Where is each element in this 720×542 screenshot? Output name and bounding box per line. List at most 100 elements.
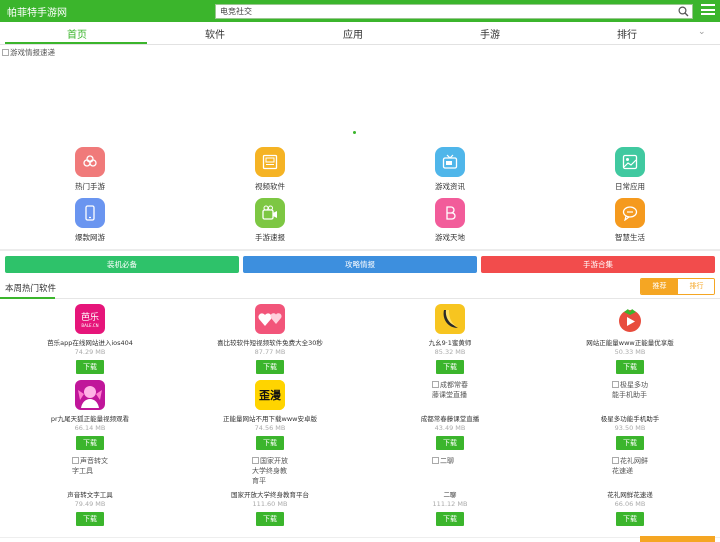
category-label: 智慧生活 [615,233,645,242]
app-card[interactable]: 九幺9·1蜜黄师 85.32 MB 下载 [375,304,525,374]
download-button[interactable]: 下载 [76,360,104,374]
download-button[interactable]: 下载 [76,512,104,526]
app-size: 111.12 MB [432,500,468,508]
tab-software[interactable]: 软件 [143,26,287,41]
download-button[interactable]: 下载 [436,512,464,526]
category-label: 视频软件 [255,182,285,191]
app-name[interactable]: 声音转文字工具 [15,489,165,499]
app-card[interactable]: 喜比较软件短视频软件免费大全30秒 87.77 MB 下载 [195,304,345,374]
app-name[interactable]: 二聊 [375,489,525,499]
toggle-recommended[interactable]: 推荐 [641,279,678,294]
app-card[interactable]: 芭乐 BALE.CN 芭乐app在线网站进入ios404 74.29 MB 下载 [15,304,165,374]
section-accent [0,297,55,299]
app-image-broken[interactable]: 极星多功能手机助手 [612,380,648,410]
app-name[interactable]: 花礼网鲜花速递 [555,489,705,499]
svg-text:芭乐: 芭乐 [81,311,99,323]
broken-image-icon [72,457,79,464]
category-game-express[interactable]: 手游速报 [225,198,315,243]
app-size: 85.32 MB [434,348,466,356]
download-button[interactable]: 下载 [256,436,284,450]
carousel-dot[interactable] [353,131,356,134]
download-button[interactable]: 下载 [76,436,104,450]
toggle-ranking[interactable]: 排行 [678,279,714,294]
app-image-broken[interactable]: 花礼网鲜花速递 [612,456,648,486]
app-name[interactable]: 国家开放大学终身教育平台 [195,489,345,499]
fox-app-icon[interactable] [75,380,105,410]
bala-app-icon[interactable]: 芭乐 BALE.CN [75,304,105,334]
app-card[interactable]: 歪漫 正能量网站不用下载www安卓版 74.56 MB 下载 [195,380,345,450]
app-card[interactable]: 花礼网鲜花速递 花礼网鲜花速递 66.06 MB 下载 [555,456,705,526]
site-title[interactable]: 帕菲特手游网 [7,4,67,19]
category-game-world[interactable]: 游戏天地 [405,198,495,243]
app-name[interactable]: 喜比较软件短视频软件免费大全30秒 [195,337,345,347]
app-image-broken[interactable]: 成都常春藤课堂直播 [432,380,468,410]
category-label: 游戏天地 [435,233,465,242]
app-size: 74.29 MB [74,348,106,356]
camera-icon [255,198,285,228]
app-image-alt: 二聊 [440,457,454,465]
next-section-toggle[interactable] [640,536,715,542]
app-card[interactable]: 网站正能量www正能量优享版 50.33 MB 下载 [555,304,705,374]
category-hit-online-games[interactable]: 爆款网游 [45,198,135,243]
download-button[interactable]: 下载 [436,360,464,374]
app-image-broken[interactable]: 二聊 [432,456,468,486]
tab-mobile-games[interactable]: 手游 [418,26,562,41]
category-video-software[interactable]: 视频软件 [225,147,315,192]
app-name[interactable]: 正能量网站不用下载www安卓版 [195,413,345,423]
tab-home[interactable]: 首页 [5,26,149,41]
app-size: 66.14 MB [74,424,106,432]
category-game-news[interactable]: 游戏资讯 [405,147,495,192]
search-icon[interactable] [678,6,689,17]
banner-alt-text: 游戏情报速递 [10,48,55,57]
app-name[interactable]: 芭乐app在线网站进入ios404 [15,337,165,347]
menu-icon[interactable] [701,4,715,17]
app-image-broken[interactable]: 声音转文字工具 [72,456,108,486]
category-hot-games[interactable]: 热门手游 [45,147,135,192]
download-button[interactable]: 下载 [256,360,284,374]
search-box[interactable]: 电竞社交 [215,4,693,19]
app-name[interactable]: 成都常春藤课堂直播 [375,413,525,423]
section-underline [0,298,720,299]
download-button[interactable]: 下载 [436,436,464,450]
app-card[interactable]: 极星多功能手机助手 极星多功能手机助手 93.50 MB 下载 [555,380,705,450]
pill-guides[interactable]: 攻略情报 [243,256,477,273]
app-name[interactable]: pr九尾天狐正能量视频观看 [15,413,165,423]
download-button[interactable]: 下载 [616,360,644,374]
app-card[interactable]: 二聊 二聊 111.12 MB 下载 [375,456,525,526]
app-size: 66.06 MB [614,500,646,508]
pill-game-collections[interactable]: 手游合集 [481,256,715,273]
broken-image-icon [2,49,9,56]
app-card[interactable]: 声音转文字工具 声音转文字工具 79.49 MB 下载 [15,456,165,526]
pill-essentials[interactable]: 装机必备 [5,256,239,273]
app-name[interactable]: 极星多功能手机助手 [555,413,705,423]
tab-apps[interactable]: 应用 [281,26,425,41]
next-section-line [0,537,720,538]
phone-icon [75,198,105,228]
app-card[interactable]: pr九尾天狐正能量视频观看 66.14 MB 下载 [15,380,165,450]
app-name[interactable]: 九幺9·1蜜黄师 [375,337,525,347]
svg-text:BALE.CN: BALE.CN [81,323,98,328]
app-name[interactable]: 网站正能量www正能量优享版 [555,337,705,347]
top-bar: 帕菲特手游网 电竞社交 [0,0,720,22]
download-button[interactable]: 下载 [256,512,284,526]
banana-app-icon[interactable] [435,304,465,334]
category-label: 游戏资讯 [435,182,465,191]
chevron-down-icon[interactable]: ⌄ [698,27,706,37]
banner[interactable]: 游戏情报速递 [0,45,720,145]
broken-image-icon [612,457,619,464]
app-card[interactable]: 成都常春藤课堂直播 成都常春藤课堂直播 43.49 MB 下载 [375,380,525,450]
download-button[interactable]: 下载 [616,436,644,450]
tab-ranking[interactable]: 排行 [555,26,699,41]
chat-icon [615,198,645,228]
search-input[interactable]: 电竞社交 [220,6,252,17]
category-daily-apps[interactable]: 日常应用 [585,147,675,192]
app-card[interactable]: 国家开放大学终身教育平 国家开放大学终身教育平台 111.60 MB 下载 [195,456,345,526]
video-app-icon [255,147,285,177]
category-smart-life[interactable]: 智慧生活 [585,198,675,243]
comic-app-icon[interactable]: 歪漫 [255,380,285,410]
app-image-broken[interactable]: 国家开放大学终身教育平 [252,456,288,486]
tomato-app-icon[interactable] [615,304,645,334]
download-button[interactable]: 下载 [616,512,644,526]
banner-image[interactable]: 游戏情报速递 [2,47,55,58]
hearts-app-icon[interactable] [255,304,285,334]
